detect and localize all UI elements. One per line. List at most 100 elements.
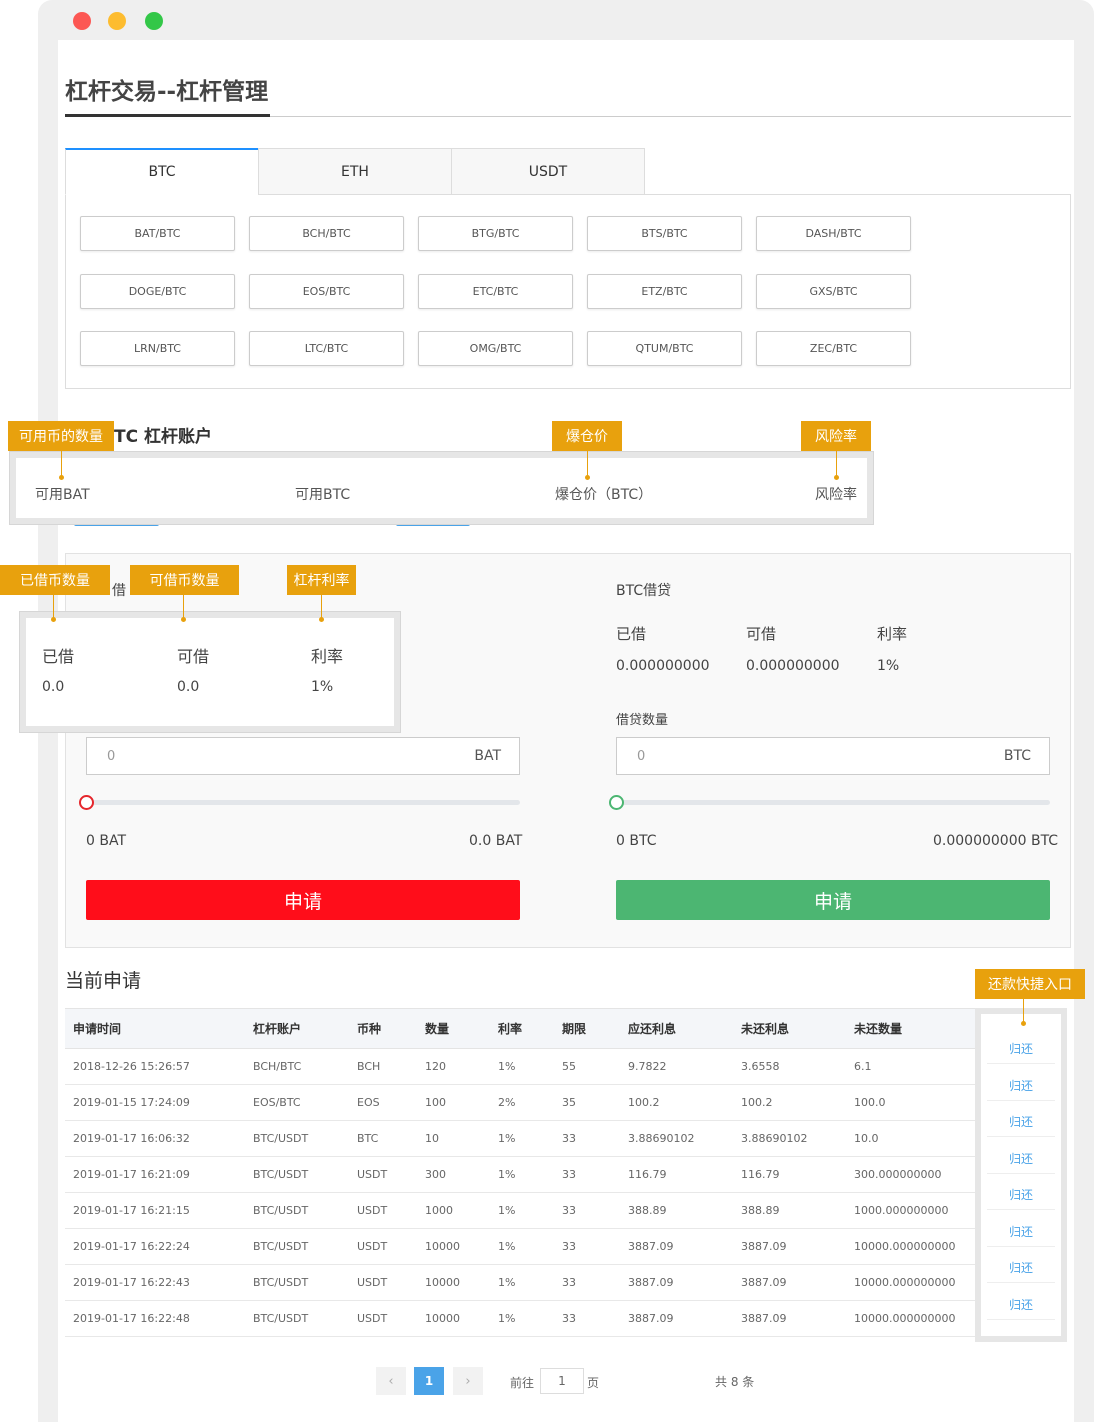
- right-apply-button[interactable]: 申请: [616, 880, 1050, 920]
- return-button[interactable]: 归还: [987, 1107, 1055, 1137]
- table-row: 2018-12-26 15:26:57 BCH/BTC BCH 120 1% 55 9.78…: [65, 1048, 975, 1085]
- pair-button[interactable]: EOS/BTC: [249, 274, 404, 309]
- table-header-row: 申请时间 杠杆账户 币种 数量 利率 期限 应还利息 未还利息 未还数量: [65, 1008, 975, 1049]
- annotation-line: [836, 451, 837, 477]
- return-button[interactable]: 归还: [987, 1217, 1055, 1247]
- table-row: 2019-01-17 16:22:43 BTC/USDT USDT 10000 1% 33…: [65, 1264, 975, 1301]
- annotation-dot: [585, 475, 590, 480]
- left-amount-slider[interactable]: [86, 800, 520, 805]
- column-header: 未还数量: [846, 1008, 975, 1049]
- prev-page-button[interactable]: ‹: [376, 1367, 406, 1395]
- table-cell: 2018-12-26 15:26:57: [65, 1048, 245, 1085]
- right-amount-input[interactable]: 0 BTC: [616, 737, 1050, 775]
- return-button[interactable]: 归还: [987, 1180, 1055, 1210]
- pair-button[interactable]: ZEC/BTC: [756, 331, 911, 366]
- pair-button[interactable]: DOGE/BTC: [80, 274, 235, 309]
- annotation-dot: [1021, 1021, 1026, 1026]
- pair-button[interactable]: BCH/BTC: [249, 216, 404, 251]
- right-loan-title: BTC借贷: [616, 583, 672, 599]
- tab-eth[interactable]: ETH: [258, 148, 452, 195]
- right-amount-label: 借贷数量: [616, 713, 669, 728]
- return-button[interactable]: 归还: [987, 1144, 1055, 1174]
- left-max-label: 0.0 BAT: [469, 833, 523, 849]
- left-slider-handle[interactable]: [79, 795, 94, 810]
- liquidation-price-label: 爆仓价（BTC）: [555, 487, 653, 503]
- pair-button[interactable]: GXS/BTC: [756, 274, 911, 309]
- table-row: 2019-01-17 16:06:32 BTC/USDT BTC 10 1% 33 3.88…: [65, 1120, 975, 1157]
- table-body: 2018-12-26 15:26:57 BCH/BTC BCH 120 1% 55 9.78…: [65, 1048, 975, 1337]
- goto-suffix: 页: [587, 1376, 600, 1390]
- table-cell: 100: [417, 1084, 490, 1121]
- pair-button[interactable]: BTS/BTC: [587, 216, 742, 251]
- right-slider-handle[interactable]: [609, 795, 624, 810]
- table-cell: 100.2: [620, 1084, 733, 1121]
- column-header: 币种: [349, 1008, 417, 1049]
- return-button[interactable]: 归还: [987, 1253, 1055, 1283]
- table-cell: USDT: [349, 1264, 417, 1301]
- tab-btc[interactable]: BTC: [65, 148, 259, 195]
- pair-button[interactable]: OMG/BTC: [418, 331, 573, 366]
- close-window-icon[interactable]: [73, 12, 91, 30]
- pair-button[interactable]: DASH/BTC: [756, 216, 911, 251]
- annotation-dot: [181, 617, 186, 622]
- table-cell: 388.89: [620, 1192, 733, 1229]
- pair-button[interactable]: ETC/BTC: [418, 274, 573, 309]
- right-amount-slider[interactable]: [616, 800, 1050, 805]
- table-row: 2019-01-17 16:22:48 BTC/USDT USDT 10000 1% 33…: [65, 1300, 975, 1337]
- return-button[interactable]: 归还: [987, 1071, 1055, 1101]
- table-cell: USDT: [349, 1228, 417, 1265]
- pair-button[interactable]: LRN/BTC: [80, 331, 235, 366]
- next-page-button[interactable]: ›: [453, 1367, 483, 1395]
- return-button[interactable]: 归还: [987, 1034, 1055, 1064]
- table-cell: 1000: [417, 1192, 490, 1229]
- pair-button[interactable]: LTC/BTC: [249, 331, 404, 366]
- table-cell: 2019-01-15 17:24:09: [65, 1084, 245, 1121]
- table-cell: 2019-01-17 16:21:15: [65, 1192, 245, 1229]
- table-cell: BCH: [349, 1048, 417, 1085]
- current-applications-title: 当前申请: [65, 970, 142, 992]
- maximize-window-icon[interactable]: [145, 12, 163, 30]
- pair-button[interactable]: QTUM/BTC: [587, 331, 742, 366]
- annotation-dot: [319, 617, 324, 622]
- table-cell: 33: [554, 1228, 620, 1265]
- table-cell: 2019-01-17 16:22:24: [65, 1228, 245, 1265]
- goto-page-input[interactable]: 1: [540, 1368, 584, 1394]
- annotation-available-qty: 可用币的数量: [8, 421, 114, 451]
- table-cell: 2019-01-17 16:21:09: [65, 1156, 245, 1193]
- column-header: 杠杆账户: [245, 1008, 349, 1049]
- table-cell: 1%: [490, 1300, 554, 1337]
- left-apply-button[interactable]: 申请: [86, 880, 520, 920]
- annotation-repay-entry: 还款快捷入口: [975, 969, 1085, 999]
- table-cell: 1%: [490, 1264, 554, 1301]
- borrow-stats-highlight: [20, 612, 400, 732]
- account-summary-highlight: [10, 452, 873, 524]
- current-page-button[interactable]: 1: [414, 1367, 444, 1395]
- table-cell: 2%: [490, 1084, 554, 1121]
- annotation-risk-rate: 风险率: [801, 421, 871, 451]
- pair-button[interactable]: BAT/BTC: [80, 216, 235, 251]
- annotation-dot: [59, 475, 64, 480]
- table-cell: 1%: [490, 1228, 554, 1265]
- table-cell: 2019-01-17 16:22:43: [65, 1264, 245, 1301]
- table-cell: USDT: [349, 1300, 417, 1337]
- return-button[interactable]: 归还: [987, 1290, 1055, 1320]
- pair-button[interactable]: ETZ/BTC: [587, 274, 742, 309]
- left-rate-label: 利率: [311, 647, 344, 666]
- table-cell: 3.6558: [733, 1048, 846, 1085]
- table-cell: USDT: [349, 1156, 417, 1193]
- table-cell: 10000.000000000: [846, 1228, 975, 1265]
- annotation-line: [321, 595, 322, 619]
- table-row: 2019-01-17 16:21:09 BTC/USDT USDT 300 1% 33 11…: [65, 1156, 975, 1193]
- table-cell: 3887.09: [620, 1264, 733, 1301]
- table-cell: 116.79: [620, 1156, 733, 1193]
- table-cell: 116.79: [733, 1156, 846, 1193]
- table-row: 2019-01-15 17:24:09 EOS/BTC EOS 100 2% 35 100.…: [65, 1084, 975, 1121]
- table-cell: EOS/BTC: [245, 1084, 349, 1121]
- left-amount-unit: BAT: [474, 748, 501, 764]
- repay-column-highlight: 归还 归还 归还 归还 归还 归还 归还 归还: [975, 1008, 1067, 1342]
- left-amount-value: 0: [107, 749, 116, 764]
- minimize-window-icon[interactable]: [108, 12, 126, 30]
- pair-button[interactable]: BTG/BTC: [418, 216, 573, 251]
- left-amount-input[interactable]: 0 BAT: [86, 737, 520, 775]
- tab-usdt[interactable]: USDT: [451, 148, 645, 195]
